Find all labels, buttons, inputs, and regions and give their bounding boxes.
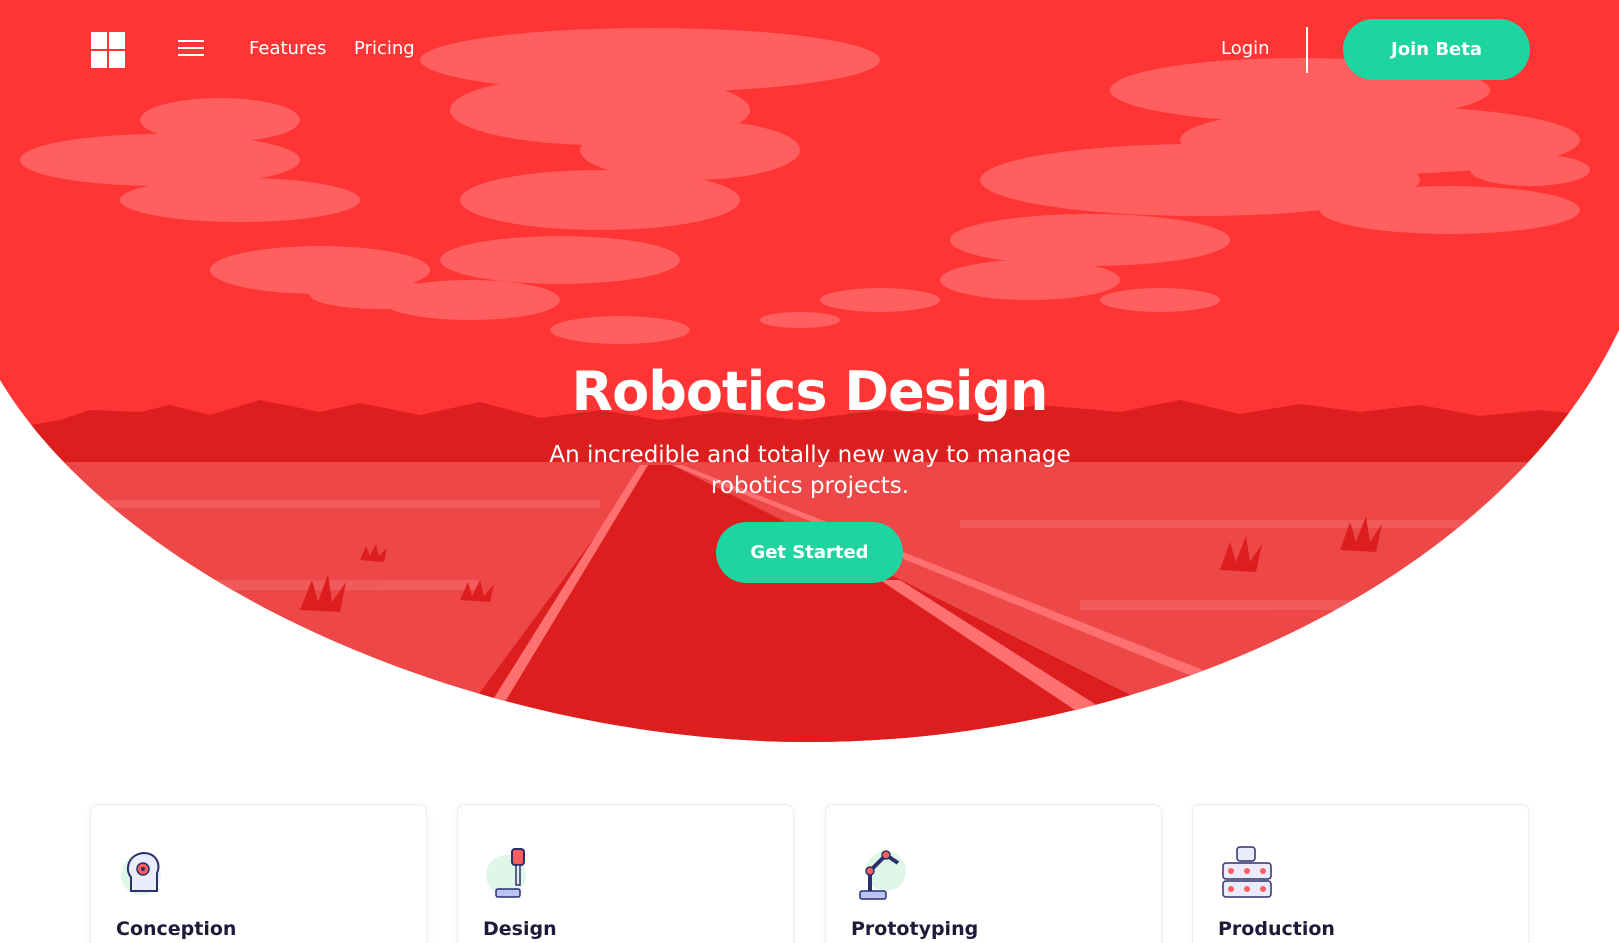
hero-title: Robotics Design: [571, 360, 1049, 423]
card-conception[interactable]: Conception: [90, 804, 427, 943]
login-link[interactable]: Login: [1221, 38, 1270, 59]
robot-stack-icon: [1222, 846, 1272, 898]
card-title: Conception: [116, 918, 237, 940]
card-title: Design: [483, 918, 557, 940]
nav-link-features[interactable]: Features: [249, 38, 326, 59]
four-squares-logo-icon[interactable]: [91, 32, 125, 68]
get-started-button[interactable]: Get Started: [716, 522, 903, 583]
nav-link-pricing[interactable]: Pricing: [354, 38, 415, 59]
head-brain-icon: [121, 851, 161, 895]
card-title: Prototyping: [851, 918, 979, 940]
card-title: Production: [1218, 918, 1335, 940]
nav-divider: [1306, 27, 1308, 73]
hamburger-menu-icon[interactable]: [178, 40, 204, 60]
hero-subtitle: An incredible and totally new way to man…: [549, 442, 1071, 499]
card-production[interactable]: Production: [1192, 804, 1529, 943]
robot-arm-icon: [859, 850, 906, 900]
feature-cards: Conception Design Prototyping Production: [90, 804, 1530, 943]
card-prototyping[interactable]: Prototyping: [825, 804, 1162, 943]
robot-pen-icon: [486, 848, 526, 898]
join-beta-button[interactable]: Join Beta: [1343, 19, 1530, 80]
top-navigation: Features Pricing Login Join Beta: [0, 0, 1619, 100]
card-design[interactable]: Design: [457, 804, 794, 943]
